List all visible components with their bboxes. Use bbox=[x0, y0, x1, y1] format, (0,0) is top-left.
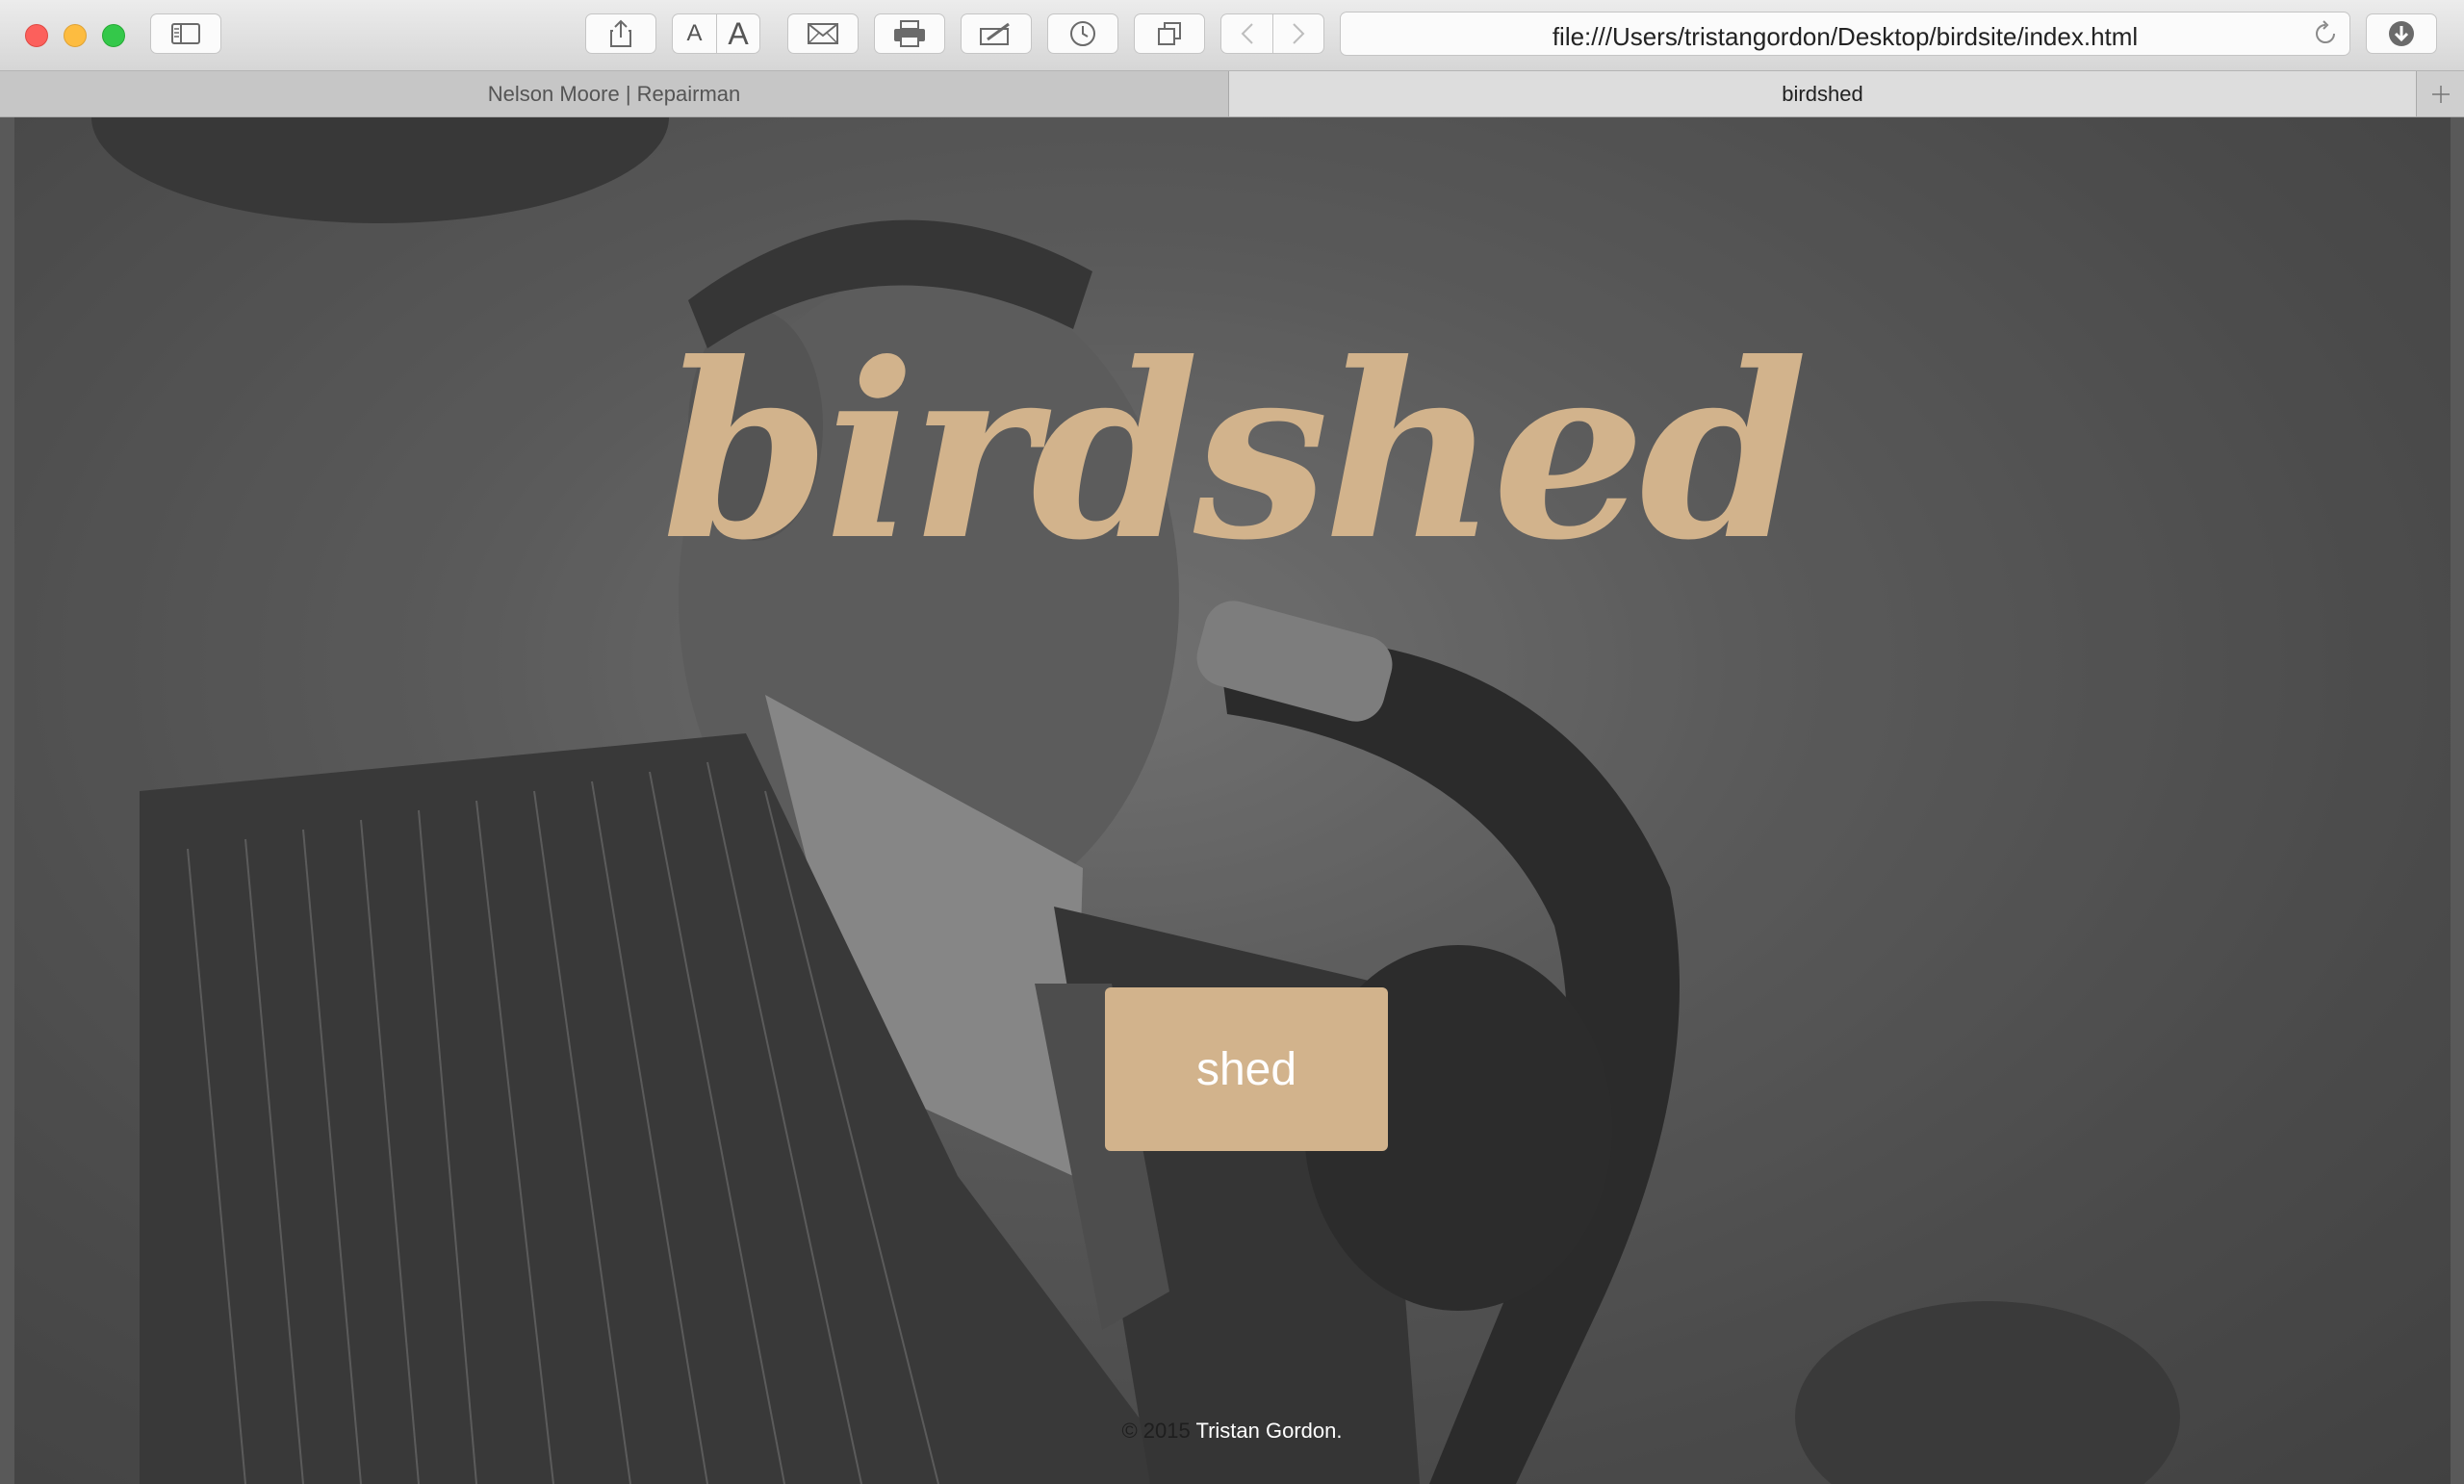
plus-icon bbox=[2431, 85, 2450, 103]
back-icon bbox=[1241, 23, 1253, 44]
site-title: birdshed bbox=[661, 310, 1809, 593]
tab-birdshed[interactable]: birdshed bbox=[1229, 71, 2416, 116]
tabs-overview-button[interactable] bbox=[1134, 13, 1205, 54]
annotate-button[interactable] bbox=[961, 13, 1032, 54]
tab-nelson-moore[interactable]: Nelson Moore | Repairman bbox=[0, 71, 1229, 116]
forward-icon bbox=[1293, 23, 1305, 44]
print-button[interactable] bbox=[874, 13, 945, 54]
close-window-button[interactable] bbox=[25, 24, 48, 47]
zoom-window-button[interactable] bbox=[102, 24, 125, 47]
sidebar-icon bbox=[171, 23, 200, 44]
font-size-control: A A bbox=[672, 13, 760, 54]
navigation-control bbox=[1220, 13, 1324, 54]
font-smaller-icon: A bbox=[686, 20, 703, 46]
tab-bar: Nelson Moore | Repairman birdshed bbox=[0, 71, 2464, 117]
shed-button-label: shed bbox=[1195, 1043, 1297, 1095]
shed-button[interactable]: shed bbox=[1105, 987, 1388, 1151]
tabs-icon bbox=[1158, 22, 1181, 45]
footer-copyright: © 2015 bbox=[1121, 1419, 1191, 1443]
mail-button[interactable] bbox=[787, 13, 859, 54]
tab-label: Nelson Moore | Repairman bbox=[487, 81, 741, 106]
page-footer: © 2015 Tristan Gordon. bbox=[0, 1419, 2464, 1444]
browser-toolbar: A A file:///Users/tristangordon/Desktop/… bbox=[0, 0, 2464, 71]
page-content: birdshed shed © 2015 Tristan Gordon. bbox=[0, 117, 2464, 1484]
font-larger-icon: A bbox=[728, 15, 749, 51]
mail-icon bbox=[808, 23, 838, 44]
reload-icon bbox=[2316, 20, 2335, 43]
address-bar-url: file:///Users/tristangordon/Desktop/bird… bbox=[1552, 22, 2139, 51]
address-bar[interactable]: file:///Users/tristangordon/Desktop/bird… bbox=[1340, 12, 2350, 56]
share-button[interactable] bbox=[585, 13, 656, 54]
tab-label: birdshed bbox=[1782, 81, 1863, 106]
reload-button[interactable] bbox=[2313, 20, 2338, 52]
browser-window: A A file:///Users/tristangordon/Desktop/… bbox=[0, 0, 2464, 1484]
forward-button[interactable] bbox=[1272, 13, 1324, 54]
new-tab-button[interactable] bbox=[2416, 71, 2464, 116]
history-icon bbox=[1070, 21, 1095, 46]
downloads-button[interactable] bbox=[2366, 13, 2437, 54]
history-button[interactable] bbox=[1047, 13, 1118, 54]
back-button[interactable] bbox=[1220, 13, 1272, 54]
share-icon bbox=[610, 19, 631, 47]
font-smaller-button[interactable]: A bbox=[672, 13, 716, 54]
minimize-window-button[interactable] bbox=[64, 24, 87, 47]
footer-author-link[interactable]: Tristan Gordon. bbox=[1195, 1419, 1342, 1443]
annotate-icon bbox=[980, 22, 1010, 45]
print-icon bbox=[894, 20, 925, 47]
sidebar-toggle-button[interactable] bbox=[150, 13, 221, 54]
downloads-icon bbox=[2389, 21, 2414, 46]
font-larger-button[interactable]: A bbox=[716, 13, 760, 54]
